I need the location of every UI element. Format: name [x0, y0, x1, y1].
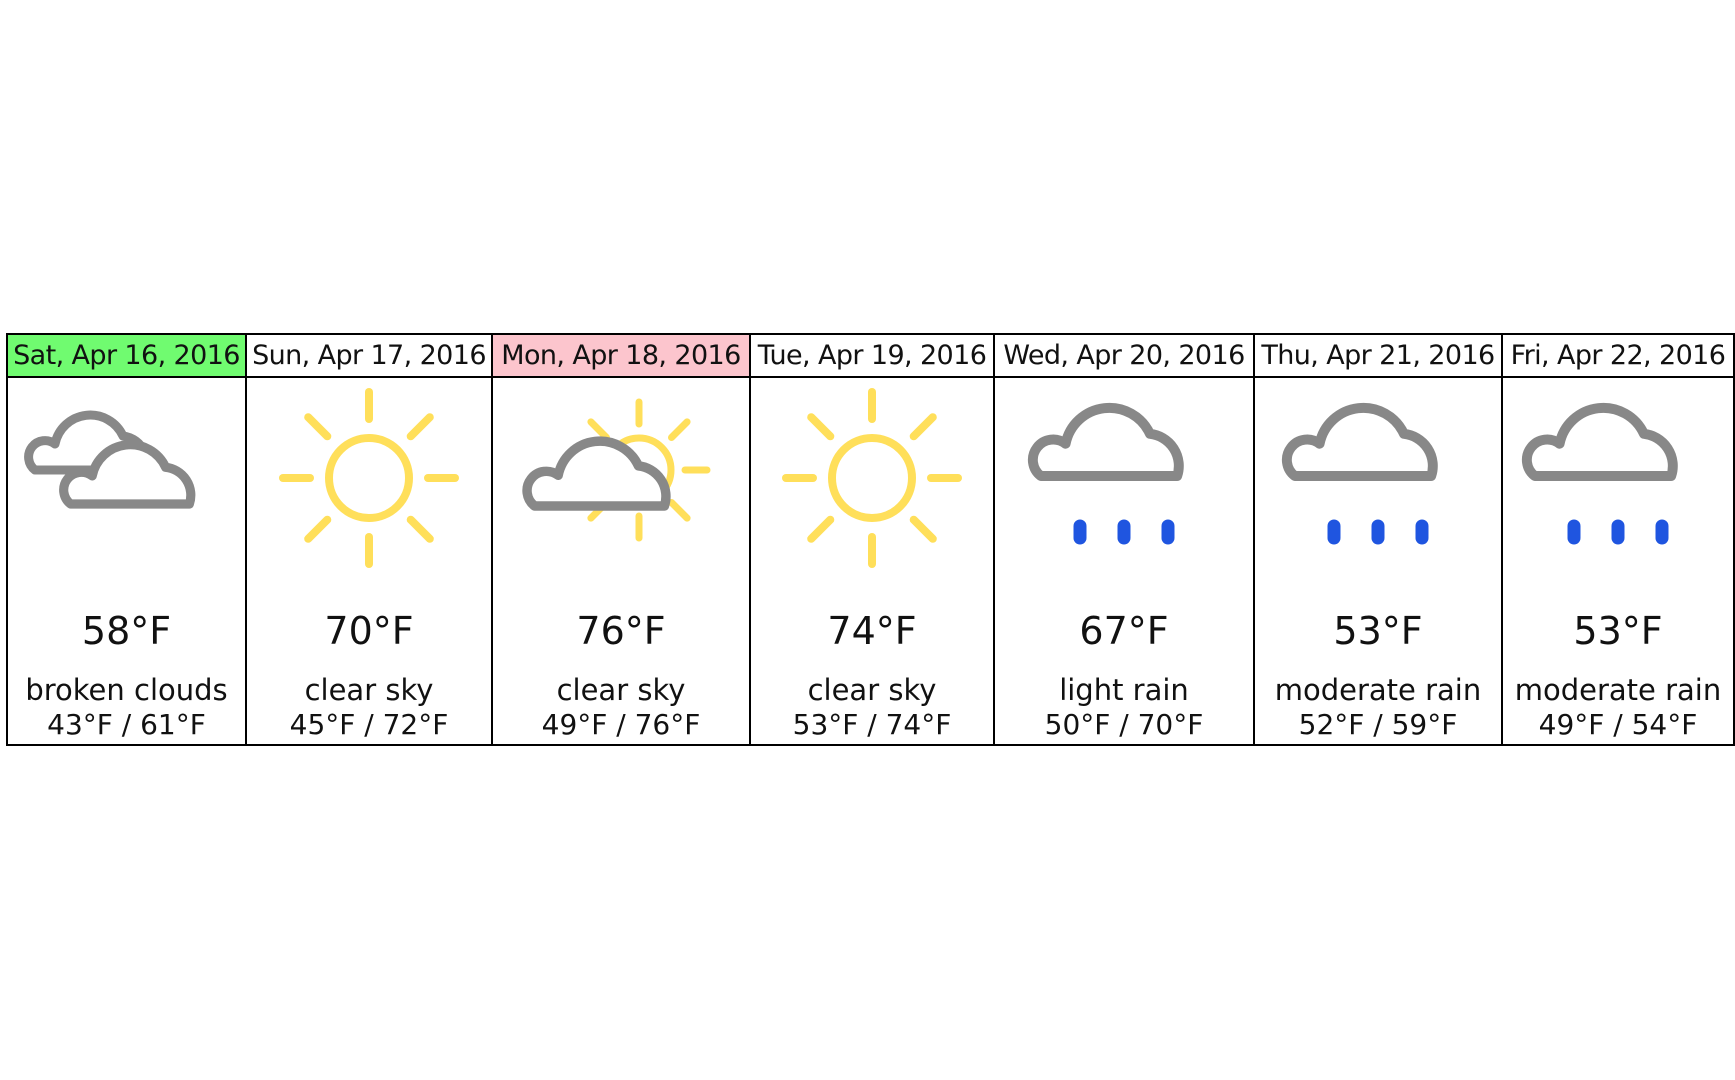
date-header-row: Sat, Apr 16, 2016 Sun, Apr 17, 2016 Mon,…: [6, 333, 1735, 378]
current-temp: 67°F: [1079, 609, 1169, 653]
weather-description: clear sky: [807, 673, 937, 707]
day-date: Fri, Apr 22, 2016: [1510, 340, 1726, 371]
weather-icon-slot: [751, 378, 993, 578]
weather-description: clear sky: [304, 673, 434, 707]
current-temp: 58°F: [81, 609, 172, 653]
day-cell: 58°F broken clouds 43°F / 61°F: [6, 376, 247, 746]
weather-icon-slot: [995, 378, 1253, 578]
day-cell: 70°F clear sky 45°F / 72°F: [245, 376, 493, 746]
partly-cloudy-icon: [522, 398, 711, 542]
weather-description: light rain: [1059, 673, 1189, 707]
rain-icon: [1281, 402, 1438, 545]
clear-sky-icon: [279, 388, 459, 568]
day-header: Sat, Apr 16, 2016: [6, 333, 247, 378]
weather-description: broken clouds: [25, 673, 228, 707]
day-date: Tue, Apr 19, 2016: [757, 340, 987, 371]
forecast-row: 58°F broken clouds 43°F / 61°F 70°F clea…: [6, 376, 1735, 746]
temp-range: 45°F / 72°F: [289, 708, 449, 741]
day-header: Wed, Apr 20, 2016: [993, 333, 1255, 378]
rain-icon: [1521, 402, 1678, 545]
weather-description: moderate rain: [1514, 673, 1722, 707]
day-header: Fri, Apr 22, 2016: [1501, 333, 1735, 378]
current-temp: 70°F: [324, 609, 414, 653]
day-date: Mon, Apr 18, 2016: [501, 340, 741, 371]
day-date: Sun, Apr 17, 2016: [252, 340, 486, 371]
day-header: Tue, Apr 19, 2016: [749, 333, 995, 378]
weather-description: moderate rain: [1274, 673, 1482, 707]
current-temp: 53°F: [1333, 609, 1423, 653]
temp-range: 49°F / 76°F: [541, 708, 701, 741]
forecast-table: Sat, Apr 16, 2016 Sun, Apr 17, 2016 Mon,…: [6, 333, 1735, 746]
temp-range: 49°F / 54°F: [1538, 708, 1698, 741]
weather-icon-slot: [493, 378, 749, 578]
day-cell: 67°F light rain 50°F / 70°F: [993, 376, 1255, 746]
weather-icon-slot: [247, 378, 491, 578]
current-temp: 53°F: [1573, 609, 1663, 653]
day-cell: 53°F moderate rain 52°F / 59°F: [1253, 376, 1503, 746]
temp-range: 43°F / 61°F: [47, 708, 206, 741]
day-header: Mon, Apr 18, 2016: [491, 333, 751, 378]
weather-description: clear sky: [556, 673, 686, 707]
day-header: Sun, Apr 17, 2016: [245, 333, 493, 378]
broken-clouds-icon: [23, 410, 195, 509]
weather-icon-slot: [1255, 378, 1501, 578]
weather-icon-slot: [1503, 378, 1733, 578]
day-cell: 53°F moderate rain 49°F / 54°F: [1501, 376, 1735, 746]
day-cell: 76°F clear sky 49°F / 76°F: [491, 376, 751, 746]
day-header: Thu, Apr 21, 2016: [1253, 333, 1503, 378]
weather-icon-slot: [8, 378, 245, 578]
day-date: Wed, Apr 20, 2016: [1003, 340, 1245, 371]
rain-icon: [1027, 402, 1184, 545]
day-cell: 74°F clear sky 53°F / 74°F: [749, 376, 995, 746]
clear-sky-icon: [782, 388, 962, 568]
temp-range: 50°F / 70°F: [1044, 708, 1204, 741]
day-date: Thu, Apr 21, 2016: [1261, 340, 1495, 371]
temp-range: 53°F / 74°F: [792, 708, 952, 741]
day-date: Sat, Apr 16, 2016: [13, 340, 240, 371]
current-temp: 76°F: [576, 609, 666, 653]
current-temp: 74°F: [827, 609, 917, 653]
temp-range: 52°F / 59°F: [1298, 708, 1458, 741]
